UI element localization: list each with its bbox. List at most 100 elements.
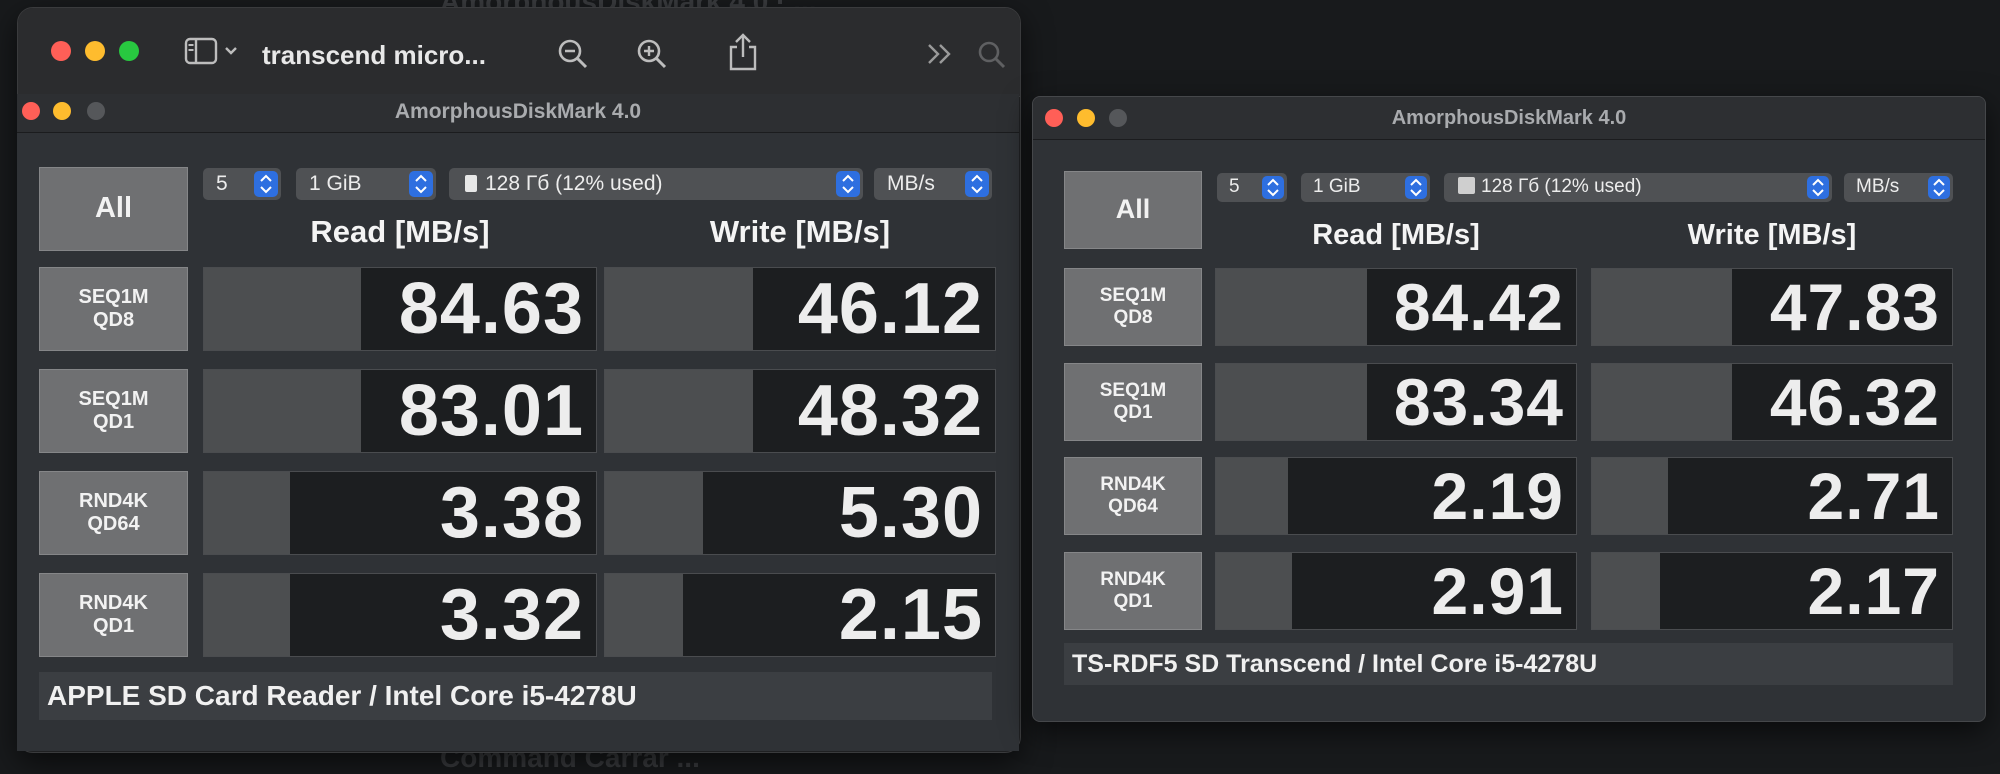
- test-label[interactable]: SEQ1M QD8: [39, 267, 188, 351]
- stepper-icon: [254, 171, 278, 197]
- search-icon: [978, 41, 1006, 69]
- write-result-cell: 46.32: [1591, 362, 1953, 441]
- write-column-header: Write [MB/s]: [1687, 219, 1857, 251]
- zoom-button[interactable]: [119, 41, 139, 61]
- more-toolbar-button[interactable]: [926, 42, 954, 71]
- test-label[interactable]: RND4K QD1: [39, 573, 188, 657]
- write-speed-value: 2.71: [1807, 459, 1940, 533]
- read-progress-bar: [204, 268, 361, 350]
- write-speed-value: 46.12: [797, 269, 983, 349]
- test-label[interactable]: RND4K QD1: [1064, 551, 1202, 630]
- write-result-cell: 47.83: [1591, 268, 1953, 346]
- close-button[interactable]: [51, 41, 71, 61]
- test-label[interactable]: RND4K QD64: [1064, 457, 1202, 535]
- test-label[interactable]: RND4K QD64: [39, 471, 188, 555]
- write-speed-value: 47.83: [1769, 270, 1940, 344]
- read-speed-value: 83.01: [398, 371, 584, 451]
- unit-value: MB/s: [1856, 176, 1900, 197]
- write-progress-bar: [605, 370, 754, 452]
- read-speed-value: 2.91: [1431, 553, 1564, 628]
- write-speed-value: 46.32: [1769, 364, 1940, 439]
- test-label-line1: SEQ1M: [78, 388, 149, 410]
- read-result-cell: 84.42: [1215, 268, 1577, 346]
- write-progress-bar: [605, 574, 683, 656]
- read-result-cell: 3.32: [203, 573, 597, 657]
- read-result-cell: 83.34: [1215, 362, 1577, 441]
- unit-select[interactable]: MB/s: [1844, 173, 1953, 202]
- test-label-line1: RND4K: [79, 592, 148, 614]
- test-count-value: 5: [1229, 176, 1240, 197]
- test-label-line1: RND4K: [1100, 568, 1166, 590]
- read-progress-bar: [204, 370, 361, 452]
- test-label-line1: RND4K: [1100, 474, 1166, 496]
- share-button[interactable]: [726, 32, 760, 77]
- read-progress-bar: [1216, 269, 1368, 345]
- test-label[interactable]: SEQ1M QD1: [1064, 362, 1202, 441]
- stepper-icon: [1928, 176, 1950, 199]
- read-result-cell: 2.19: [1215, 457, 1577, 535]
- run-all-button[interactable]: All: [39, 167, 188, 251]
- test-size-select[interactable]: 1 GiB: [296, 168, 436, 200]
- write-speed-value: 5.30: [838, 473, 983, 553]
- read-speed-value: 84.42: [1393, 270, 1564, 344]
- drive-icon: [1458, 177, 1475, 194]
- zoom-out-icon: [558, 39, 588, 69]
- test-count-select[interactable]: 5: [203, 168, 281, 200]
- drive-select[interactable]: 128 Гб (12% used): [1444, 173, 1832, 202]
- write-speed-value: 2.15: [838, 575, 983, 655]
- read-column-header: Read [MB/s]: [1312, 219, 1480, 251]
- device-info-footer: APPLE SD Card Reader / Intel Core i5-427…: [39, 672, 992, 720]
- unit-select[interactable]: MB/s: [874, 168, 992, 200]
- write-result-cell: 2.17: [1591, 551, 1953, 630]
- stepper-icon: [836, 171, 860, 197]
- test-label-line2: QD1: [1113, 401, 1153, 423]
- test-size-select[interactable]: 1 GiB: [1301, 173, 1430, 202]
- read-speed-value: 84.63: [398, 269, 584, 349]
- read-progress-bar: [1216, 552, 1292, 629]
- test-count-select[interactable]: 5: [1217, 173, 1287, 202]
- zoom-in-button[interactable]: [635, 37, 669, 76]
- drive-value: 128 Гб (12% used): [485, 172, 663, 195]
- test-label-line2: QD1: [92, 411, 135, 433]
- test-label-line1: SEQ1M: [1099, 379, 1167, 401]
- read-result-cell: 84.63: [203, 267, 597, 351]
- stepper-icon: [409, 171, 433, 197]
- window-title: AmorphousDiskMark 4.0: [1391, 107, 1627, 129]
- stepper-icon: [1807, 176, 1829, 199]
- test-label-line1: RND4K: [79, 490, 148, 512]
- write-result-cell: 46.12: [604, 267, 996, 351]
- read-progress-bar: [204, 574, 291, 656]
- stepper-icon: [965, 171, 989, 197]
- sidebar-icon: [184, 37, 237, 65]
- preview-toolbar: transcend micro...: [18, 8, 1020, 97]
- minimize-button[interactable]: [85, 41, 105, 61]
- write-column-header: Write [MB/s]: [709, 214, 891, 249]
- write-result-cell: 48.32: [604, 369, 996, 453]
- test-label-line2: QD64: [87, 513, 140, 535]
- read-result-cell: 83.01: [203, 369, 597, 453]
- share-icon: [729, 33, 757, 71]
- read-speed-value: 83.34: [1393, 364, 1564, 439]
- sidebar-toggle-button[interactable]: [184, 36, 242, 71]
- read-progress-bar: [1216, 363, 1368, 440]
- test-label-line1: SEQ1M: [78, 286, 149, 308]
- write-progress-bar: [605, 268, 754, 350]
- read-column-header: Read [MB/s]: [310, 214, 490, 249]
- document-title: transcend micro...: [262, 40, 486, 70]
- zoom-out-button[interactable]: [556, 37, 590, 76]
- stepper-icon: [1262, 176, 1284, 199]
- drive-select[interactable]: 128 Гб (12% used): [449, 168, 863, 200]
- search-button[interactable]: [977, 40, 1007, 75]
- run-all-button[interactable]: All: [1064, 171, 1202, 249]
- read-progress-bar: [204, 472, 291, 554]
- read-result-cell: 2.91: [1215, 551, 1577, 630]
- write-progress-bar: [1592, 552, 1661, 629]
- window-title: AmorphousDiskMark 4.0: [394, 100, 642, 123]
- write-result-cell: 2.71: [1591, 457, 1953, 535]
- unit-value: MB/s: [887, 172, 935, 195]
- test-label[interactable]: SEQ1M QD1: [39, 369, 188, 453]
- read-speed-value: 3.38: [439, 473, 584, 553]
- test-label-line2: QD1: [92, 615, 135, 637]
- write-progress-bar: [1592, 458, 1668, 534]
- test-label[interactable]: SEQ1M QD8: [1064, 268, 1202, 346]
